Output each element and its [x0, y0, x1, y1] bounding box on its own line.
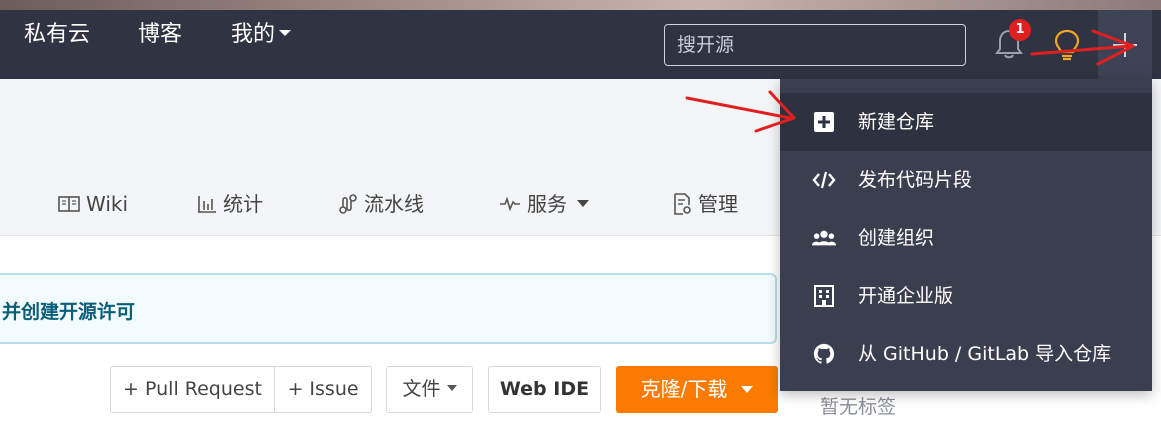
nav-mine[interactable]: 我的: [231, 20, 292, 50]
bar-chart-icon: [198, 195, 216, 213]
chevron-down-icon: [279, 30, 292, 36]
files-dropdown-button[interactable]: 文件: [386, 366, 473, 413]
menu-item-enterprise[interactable]: 开通企业版: [780, 267, 1152, 325]
building-icon: [814, 285, 834, 307]
notice-text[interactable]: 并创建开源许可: [2, 297, 135, 324]
no-tags-text: 暂无标签: [820, 396, 897, 418]
menu-item-import-repo[interactable]: 从 GitHub / GitLab 导入仓库: [780, 325, 1152, 383]
pull-request-button[interactable]: + Pull Request: [110, 366, 275, 413]
tab-services[interactable]: 服务: [499, 188, 589, 220]
chevron-down-icon: [446, 385, 457, 391]
files-label: 文件: [402, 378, 441, 400]
menu-item-label: 开通企业版: [858, 285, 954, 307]
users-icon: [812, 230, 836, 246]
tab-wiki-label: Wiki: [86, 192, 129, 216]
web-ide-button[interactable]: Web IDE: [488, 366, 601, 413]
license-notice: 并创建开源许可: [0, 273, 777, 344]
menu-item-label: 创建组织: [858, 227, 935, 249]
tab-pipeline-label: 流水线: [364, 192, 424, 216]
search-input[interactable]: [664, 24, 966, 66]
menu-item-code-snippet[interactable]: 发布代码片段: [780, 151, 1152, 209]
book-icon: [58, 195, 80, 212]
tab-pipeline[interactable]: 流水线: [338, 188, 424, 220]
plus-icon: [1113, 33, 1137, 57]
clone-download-button[interactable]: 克隆/下载: [616, 366, 778, 413]
create-dropdown-menu: 新建仓库 发布代码片段 创建组织 开通企业版 从 GitHub / GitLab…: [780, 79, 1152, 391]
tab-manage-label: 管理: [698, 192, 738, 216]
code-icon: [812, 171, 836, 189]
create-menu-button[interactable]: [1098, 10, 1152, 79]
menu-item-new-repo[interactable]: 新建仓库: [780, 93, 1152, 151]
nav-mine-label: 我的: [231, 22, 276, 47]
tab-stats[interactable]: 统计: [197, 188, 263, 220]
activity-icon: [500, 196, 520, 211]
chevron-down-icon: [577, 200, 589, 207]
nav-blog[interactable]: 博客: [138, 20, 182, 50]
top-strip: [0, 0, 1161, 10]
github-icon: [813, 343, 835, 364]
notification-badge: 1: [1009, 19, 1031, 41]
tab-wiki[interactable]: Wiki: [58, 188, 128, 220]
tab-stats-label: 统计: [223, 192, 263, 216]
menu-item-label: 从 GitHub / GitLab 导入仓库: [858, 343, 1112, 365]
tab-services-label: 服务: [527, 192, 567, 216]
lightbulb-icon[interactable]: [1052, 28, 1082, 62]
issue-button[interactable]: + Issue: [274, 366, 372, 413]
menu-item-create-org[interactable]: 创建组织: [780, 209, 1152, 267]
nav-private-cloud[interactable]: 私有云: [24, 20, 90, 50]
chevron-down-icon: [741, 385, 754, 393]
menu-item-label: 新建仓库: [858, 111, 935, 133]
menu-item-label: 发布代码片段: [858, 169, 973, 191]
tab-manage[interactable]: 管理: [672, 188, 738, 220]
clone-label: 克隆/下载: [640, 377, 728, 401]
settings-doc-icon: [674, 192, 691, 215]
pipeline-icon: [339, 193, 357, 214]
plus-square-icon: [814, 112, 834, 132]
